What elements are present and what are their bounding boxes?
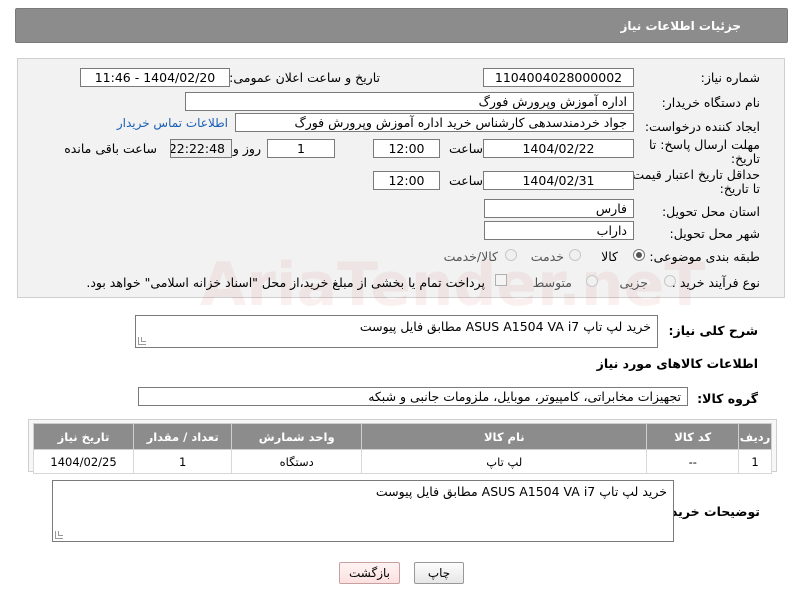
treasury-checkbox[interactable] (495, 274, 507, 286)
buyer-notes-text: خرید لپ تاپ ASUS A1504 VA i7 مطابق فایل … (375, 484, 667, 499)
process-option-minor: جزیی (619, 275, 648, 290)
province-field: فارس (484, 199, 634, 218)
category-label: طبقه بندی موضوعی: (649, 249, 760, 264)
price-validity-label-2: تا تاریخ: (719, 181, 760, 196)
description-label: شرح کلی نیاز: (668, 323, 758, 338)
resize-grip-icon[interactable] (55, 531, 63, 539)
city-field: داراب (484, 221, 634, 240)
cell-quantity: 1 (133, 449, 233, 474)
need-number-label: شماره نیاز: (700, 70, 760, 85)
process-radio-minor[interactable] (664, 275, 676, 287)
col-item-code: کد کالا (646, 423, 740, 450)
category-radio-goods-service[interactable] (505, 249, 517, 261)
deadline-time-label: ساعت (448, 141, 483, 156)
city-label: شهر محل تحویل: (669, 226, 760, 241)
category-option-goods-service: کالا/خدمت (443, 249, 498, 264)
deadline-label: مهلت ارسال پاسخ: تا (649, 137, 760, 152)
process-label: نوع فرآیند خرید : (671, 275, 760, 290)
price-date-field: 1404/02/31 (483, 171, 634, 190)
need-number-field: 1104004028000002 (483, 68, 634, 87)
category-radio-goods[interactable] (633, 249, 645, 261)
resize-grip-icon[interactable] (138, 337, 146, 345)
process-option-medium: متوسط (532, 275, 572, 290)
col-item-name: نام کالا (361, 423, 648, 450)
cell-need-date: 1404/02/25 (32, 449, 135, 474)
items-table: ردیف کد کالا نام کالا واحد شمارش تعداد /… (32, 423, 772, 474)
table-row: 1 -- لپ تاپ دستگاه 1 1404/02/25 (32, 449, 772, 474)
remaining-time-field: 22:22:48 (170, 139, 232, 158)
remaining-label: ساعت باقی مانده (64, 141, 157, 156)
col-row-number: ردیف (738, 423, 772, 450)
buyer-notes-field: خرید لپ تاپ ASUS A1504 VA i7 مطابق فایل … (52, 480, 674, 542)
table-header-row: ردیف کد کالا نام کالا واحد شمارش تعداد /… (32, 423, 772, 450)
print-button[interactable]: چاپ (414, 562, 464, 584)
cell-item-code: -- (646, 449, 740, 474)
category-option-service: خدمت (530, 249, 564, 264)
creator-label: ایجاد کننده درخواست: (644, 119, 760, 134)
page-header: جزئیات اطلاعات نیاز (15, 8, 788, 43)
goods-section-title: اطلاعات کالاهای مورد نیاز (596, 356, 758, 371)
col-quantity: تعداد / مقدار (133, 423, 233, 450)
cell-unit: دستگاه (231, 449, 363, 474)
description-text: خرید لپ تاپ ASUS A1504 VA i7 مطابق فایل … (359, 319, 651, 334)
category-option-goods: کالا (601, 249, 618, 264)
cell-item-name: لپ تاپ (361, 449, 648, 474)
col-unit: واحد شمارش (231, 423, 363, 450)
process-radio-medium[interactable] (586, 275, 598, 287)
buyer-label: نام دستگاه خریدار: (661, 95, 760, 110)
page-title: جزئیات اطلاعات نیاز (620, 19, 741, 33)
deadline-time-field: 12:00 (373, 139, 440, 158)
province-label: استان محل تحویل: (661, 204, 760, 219)
buyer-contact-link[interactable]: اطلاعات تماس خریدار (117, 116, 228, 130)
deadline-date-field: 1404/02/22 (483, 139, 634, 158)
announce-field: 1404/02/20 - 11:46 (80, 68, 230, 87)
days-field: 1 (267, 139, 335, 158)
treasury-note: پرداخت تمام یا بخشی از مبلغ خرید،از محل … (86, 275, 485, 290)
deadline-label-2: تاریخ: (730, 151, 760, 166)
category-radio-service[interactable] (569, 249, 581, 261)
days-label: روز و (232, 141, 261, 156)
buyer-field: اداره آموزش وپرورش فورگ (185, 92, 634, 111)
announce-label: تاریخ و ساعت اعلان عمومی: (229, 70, 380, 85)
goods-group-field: تجهیزات مخابراتی، کامپیوتر، موبایل، ملزو… (138, 387, 688, 406)
creator-field: جواد خردمندسدهی کارشناس خرید اداره آموزش… (235, 113, 634, 132)
price-time-field: 12:00 (373, 171, 440, 190)
price-time-label: ساعت (448, 173, 483, 188)
col-need-date: تاریخ نیاز (32, 423, 135, 450)
price-validity-label: حداقل تاریخ اعتبار قیمت: (628, 167, 760, 182)
goods-group-label: گروه کالا: (697, 391, 758, 406)
description-field: خرید لپ تاپ ASUS A1504 VA i7 مطابق فایل … (135, 315, 658, 348)
back-button[interactable]: بازگشت (339, 562, 400, 584)
cell-row-number: 1 (738, 449, 772, 474)
